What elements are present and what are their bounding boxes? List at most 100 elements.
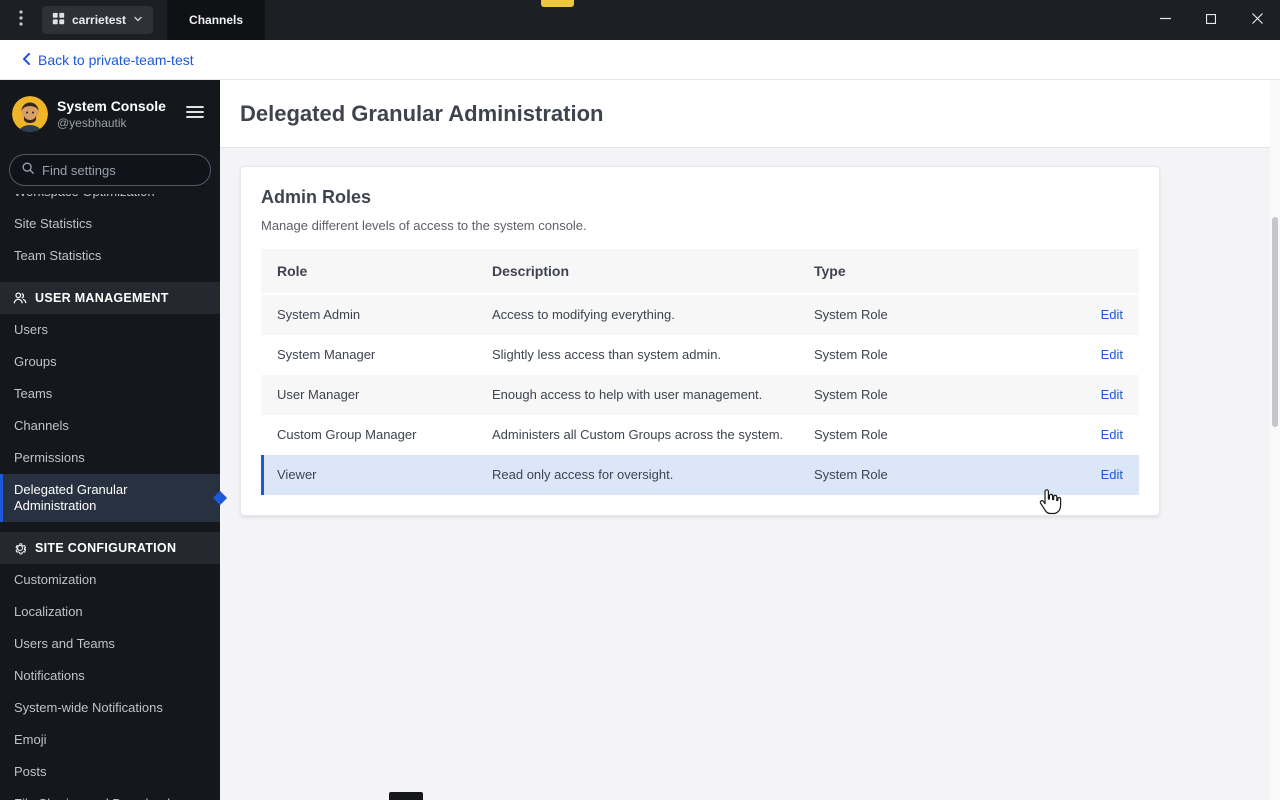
cell-type: System Role <box>814 467 888 482</box>
gear-icon <box>13 541 27 555</box>
main-content: Delegated Granular Administration Admin … <box>220 80 1280 800</box>
cell-role: Custom Group Manager <box>277 427 417 442</box>
sidebar-item-site-statistics[interactable]: Site Statistics <box>0 208 220 240</box>
settings-search-box[interactable] <box>9 154 211 186</box>
roles-table-head-row: Role Description Type <box>261 249 1139 294</box>
server-grid-icon <box>52 12 65 28</box>
back-link-label: Back to private-team-test <box>38 51 194 68</box>
search-icon <box>21 161 35 180</box>
column-header-actions <box>998 249 1139 294</box>
cell-role: User Manager <box>277 387 360 402</box>
sidebar-item-users-and-teams[interactable]: Users and Teams <box>0 628 220 660</box>
hamburger-icon <box>186 105 204 123</box>
table-row-system-manager: System Manager Slightly less access than … <box>261 335 1139 375</box>
edit-link[interactable]: Edit <box>1101 307 1123 322</box>
sidebar-section-label: USER MANAGEMENT <box>35 291 169 305</box>
back-link[interactable]: Back to private-team-test <box>22 52 194 68</box>
column-header-role: Role <box>261 249 476 294</box>
minimize-icon <box>1159 11 1171 29</box>
page-title: Delegated Granular Administration <box>240 100 604 126</box>
sidebar-item-system-wide-notifications[interactable]: System-wide Notifications <box>0 692 220 724</box>
server-selector[interactable]: carrietest <box>42 6 154 34</box>
sidebar-item-users[interactable]: Users <box>0 314 220 346</box>
edit-link[interactable]: Edit <box>1101 387 1123 402</box>
server-name: carrietest <box>72 13 127 27</box>
sidebar-item-notifications[interactable]: Notifications <box>0 660 220 692</box>
page-header: Delegated Granular Administration <box>220 80 1280 148</box>
screen-artifact-bottom <box>389 792 423 800</box>
console-title: System Console <box>57 98 166 114</box>
edit-link[interactable]: Edit <box>1101 467 1123 482</box>
sidebar-item-teams[interactable]: Teams <box>0 378 220 410</box>
table-row-viewer: Viewer Read only access for oversight. Sys… <box>261 455 1139 495</box>
sidebar-search-area <box>0 148 220 194</box>
sidebar-item-delegated-granular-administration[interactable]: Delegated Granular Administration <box>0 474 220 522</box>
system-console-sidebar: System Console @yesbhautik Workspace Opt… <box>0 80 228 800</box>
cell-role: System Manager <box>277 347 376 362</box>
user-handle: @yesbhautik <box>57 116 127 130</box>
users-icon <box>13 291 27 305</box>
sidebar-item-channels[interactable]: Channels <box>0 410 220 442</box>
sidebar-section-header-user-management: USER MANAGEMENT <box>0 282 220 314</box>
sidebar-item-posts[interactable]: Posts <box>0 756 220 788</box>
mouse-cursor-hand-icon <box>1036 488 1062 521</box>
back-bar: Back to private-team-test <box>0 40 1280 80</box>
close-button[interactable] <box>1234 0 1280 40</box>
search-input[interactable] <box>42 162 199 178</box>
column-header-type: Type <box>798 249 998 294</box>
cell-description: Read only access for oversight. <box>492 467 674 482</box>
cell-description: Access to modifying everything. <box>492 307 675 322</box>
cell-actions: Edit <box>998 375 1139 415</box>
cell-description: Administers all Custom Groups across the… <box>492 427 784 442</box>
card-header: Admin Roles Manage different levels of a… <box>241 167 1159 249</box>
chevron-left-icon <box>22 52 31 68</box>
cell-description: Slightly less access than system admin. <box>492 347 722 362</box>
cell-description: Enough access to help with user manageme… <box>492 387 763 402</box>
cell-actions: Edit <box>998 294 1139 335</box>
edit-link[interactable]: Edit <box>1101 347 1123 362</box>
table-row-user-manager: User Manager Enough access to help with u… <box>261 375 1139 415</box>
sidebar-header-text: System Console @yesbhautik <box>57 98 166 130</box>
sidebar-item-file-sharing-and-downloads[interactable]: File Sharing and Downloads <box>0 788 220 800</box>
minimize-button[interactable] <box>1142 0 1188 40</box>
cell-actions: Edit <box>998 335 1139 375</box>
kebab-menu-icon <box>19 9 23 31</box>
cell-actions: Edit <box>998 455 1139 495</box>
cell-actions: Edit <box>998 415 1139 455</box>
sidebar-item-groups[interactable]: Groups <box>0 346 220 378</box>
sidebar-item-customization[interactable]: Customization <box>0 564 220 596</box>
card-subtitle: Manage different levels of access to the… <box>261 218 587 233</box>
maximize-button[interactable] <box>1188 0 1234 40</box>
roles-table-container: Role Description Type System Admin Access t… <box>241 249 1159 515</box>
table-row-system-admin: System Admin Access to modifying everythi… <box>261 294 1139 335</box>
screen-artifact-top <box>541 0 574 7</box>
card-title: Admin Roles <box>261 187 372 207</box>
sidebar-menu-button[interactable] <box>182 101 208 128</box>
chevron-down-icon <box>133 13 143 27</box>
sidebar-nav: Workspace OptimizationSite StatisticsTea… <box>0 194 220 800</box>
sidebar-item-workspace-optimization[interactable]: Workspace Optimization <box>0 194 220 208</box>
sidebar-section-header-site-configuration: SITE CONFIGURATION <box>0 532 220 564</box>
sidebar-item-localization[interactable]: Localization <box>0 596 220 628</box>
window-titlebar: carrietest Channels <box>0 0 1280 40</box>
cell-role: System Admin <box>277 307 361 322</box>
admin-roles-card: Admin Roles Manage different levels of a… <box>240 166 1160 516</box>
app-menu-button[interactable] <box>0 0 42 40</box>
sidebar-header: System Console @yesbhautik <box>0 80 220 148</box>
sidebar-item-team-statistics[interactable]: Team Statistics <box>0 240 220 272</box>
scrollbar-thumb[interactable] <box>1272 217 1278 427</box>
cell-role: Viewer <box>277 467 317 482</box>
main-scrollbar[interactable] <box>1270 80 1280 800</box>
window-controls <box>1142 0 1280 40</box>
sidebar-item-emoji[interactable]: Emoji <box>0 724 220 756</box>
roles-table-body: System Admin Access to modifying everythi… <box>261 294 1139 495</box>
roles-table: Role Description Type System Admin Access t… <box>261 249 1139 495</box>
edit-link[interactable]: Edit <box>1101 427 1123 442</box>
tab-channels[interactable]: Channels <box>167 0 266 40</box>
table-row-custom-group-manager: Custom Group Manager Administers all Cust… <box>261 415 1139 455</box>
column-header-description: Description <box>476 249 798 294</box>
cell-type: System Role <box>814 387 888 402</box>
cell-type: System Role <box>814 347 888 362</box>
sidebar-item-permissions[interactable]: Permissions <box>0 442 220 474</box>
sidebar-section-label: SITE CONFIGURATION <box>35 541 177 555</box>
